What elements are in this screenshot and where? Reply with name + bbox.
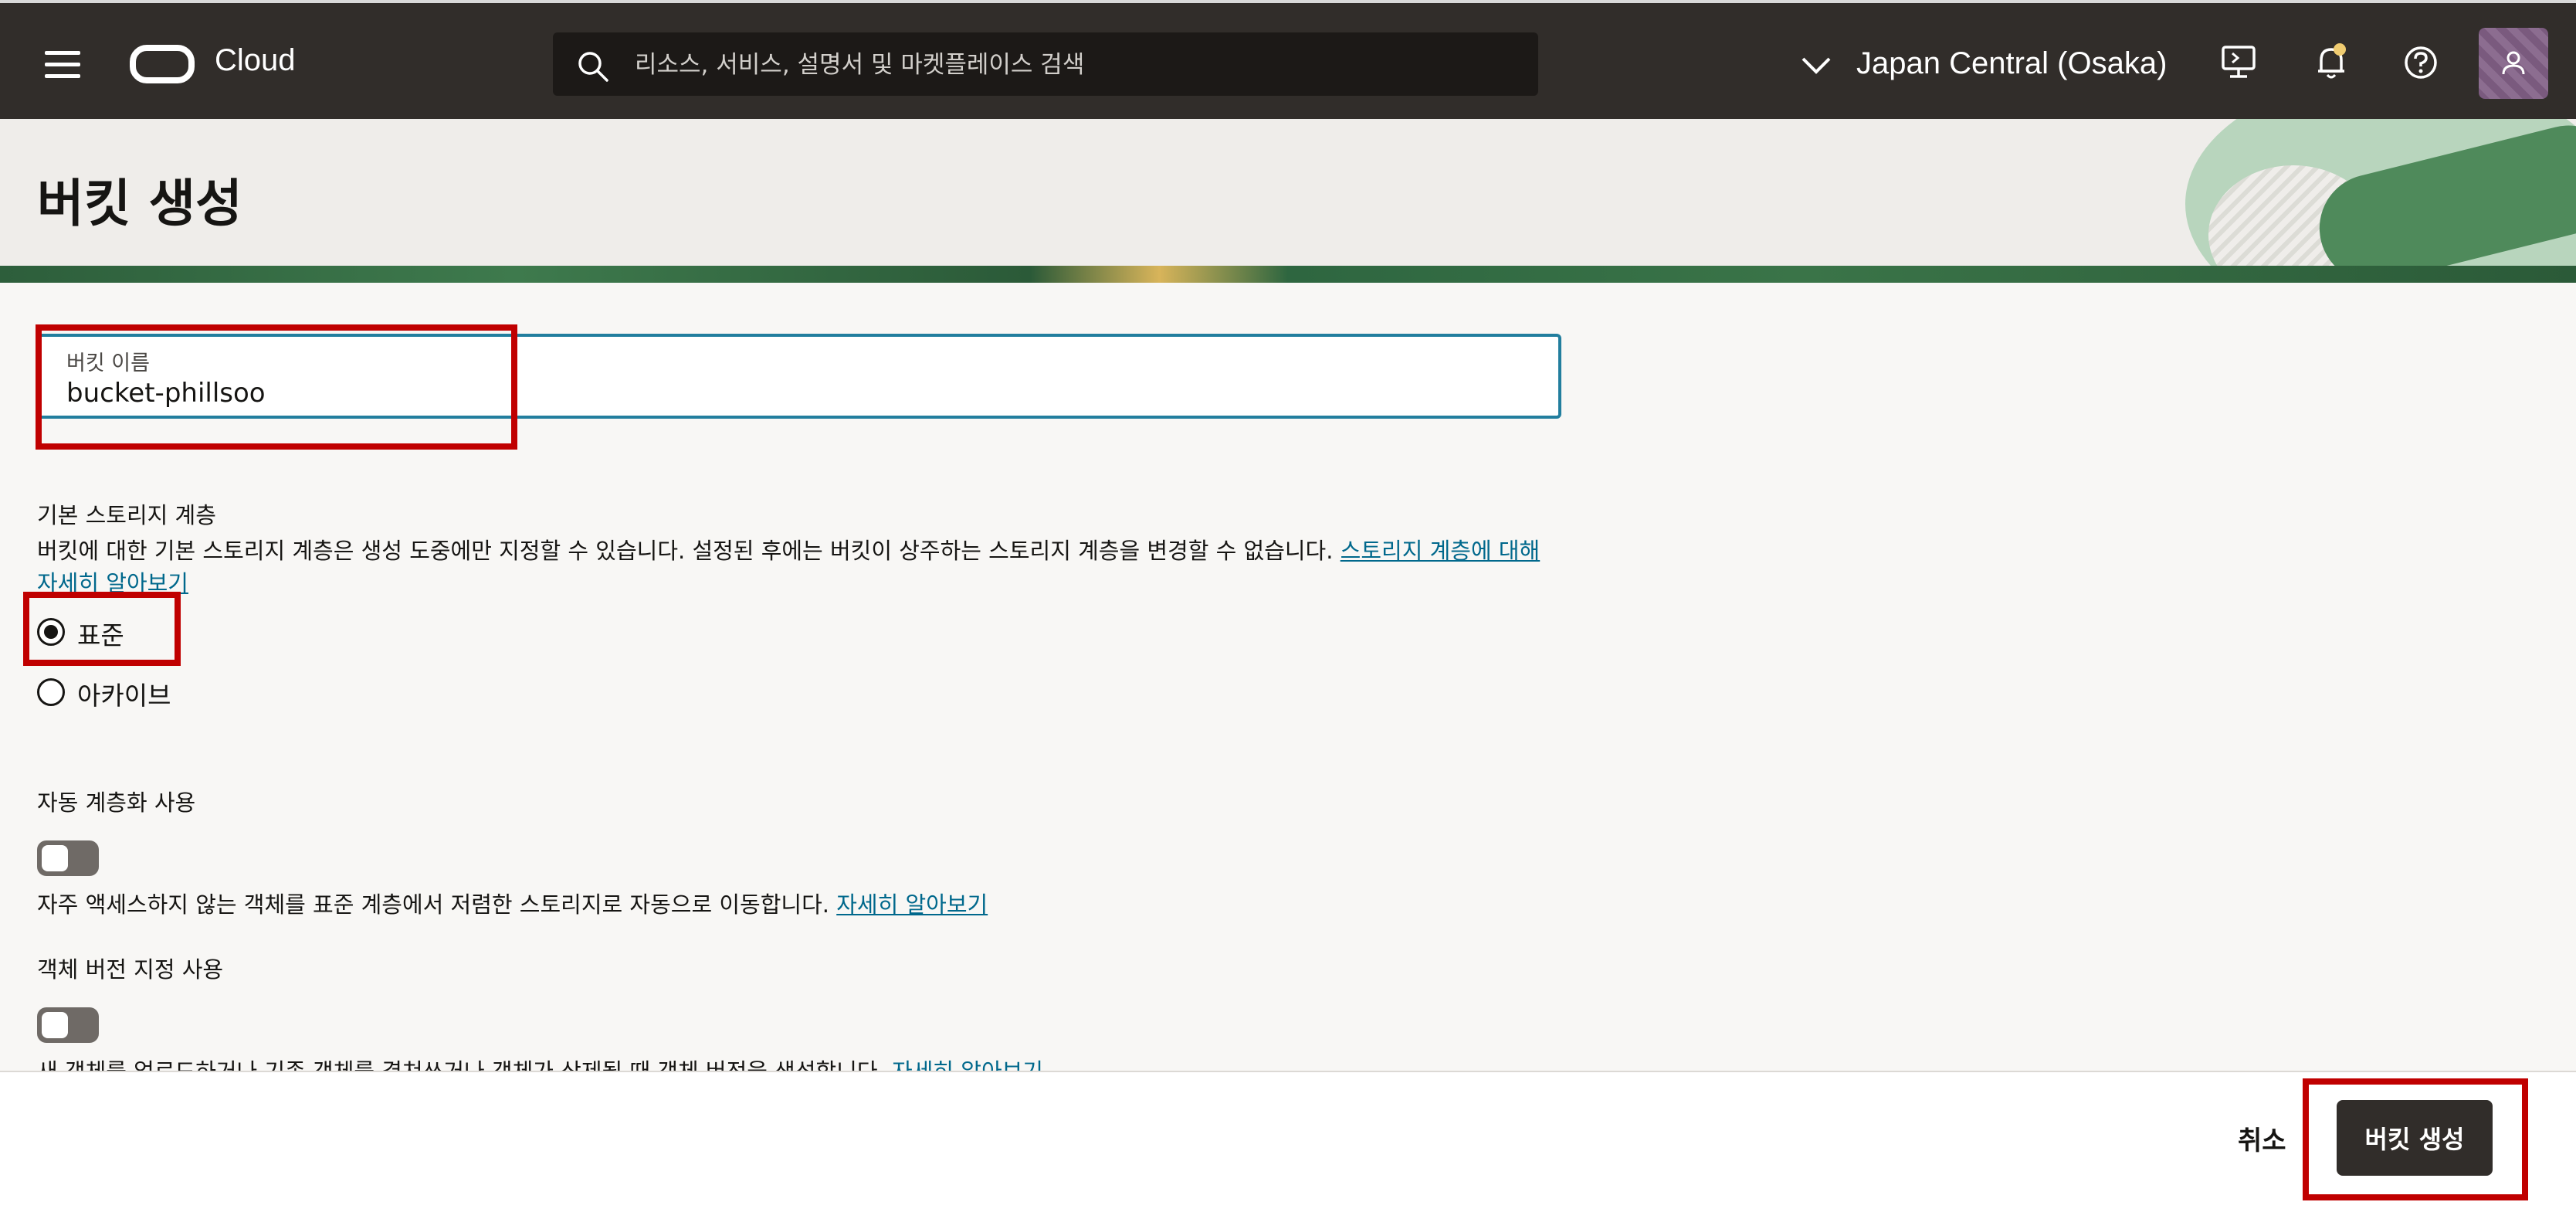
auto-tiering-label: 자동 계층화 사용	[37, 789, 196, 816]
cloud-shell-icon[interactable]	[2221, 45, 2256, 82]
auto-tiering-toggle[interactable]	[37, 840, 99, 876]
search-input[interactable]	[633, 32, 1517, 97]
storage-tier-description-text: 버킷에 대한 기본 스토리지 계층은 생성 도중에만 지정할 수 있습니다. 설…	[37, 538, 1341, 564]
user-icon	[2502, 51, 2525, 75]
form-footer: 취소 버킷 생성	[0, 1071, 2576, 1219]
page-title: 버킷 생성	[37, 174, 242, 233]
help-icon[interactable]	[2403, 45, 2439, 83]
tier-option-label: 표준	[77, 620, 124, 650]
create-bucket-button[interactable]: 버킷 생성	[2337, 1100, 2493, 1176]
radio-button[interactable]	[37, 678, 65, 706]
bucket-name-input[interactable]	[65, 374, 1520, 413]
radio-button-checked[interactable]	[37, 618, 65, 646]
user-avatar[interactable]	[2479, 28, 2548, 99]
versioning-label: 객체 버전 지정 사용	[37, 956, 224, 983]
storage-tier-description: 버킷에 대한 기본 스토리지 계층은 생성 도중에만 지정할 수 있습니다. 설…	[37, 535, 1551, 599]
region-label: Japan Central (Osaka)	[1856, 46, 2168, 80]
cancel-button[interactable]: 취소	[2233, 1119, 2291, 1158]
storage-tier-label: 기본 스토리지 계층	[37, 502, 216, 528]
page-header: 버킷 생성	[0, 119, 2576, 281]
chevron-down-icon	[1802, 57, 1831, 74]
menu-icon[interactable]	[45, 51, 80, 79]
search-box[interactable]	[553, 32, 1538, 97]
notification-badge	[2334, 43, 2346, 56]
versioning-toggle[interactable]	[37, 1007, 99, 1043]
auto-tiering-description: 자주 액세스하지 않는 객체를 표준 계층에서 저렴한 스토리지로 자동으로 이…	[37, 888, 1551, 921]
search-icon	[578, 52, 608, 82]
auto-tiering-learn-more-link[interactable]: 자세히 알아보기	[836, 891, 988, 918]
auto-tiering-description-text: 자주 액세스하지 않는 객체를 표준 계층에서 저렴한 스토리지로 자동으로 이…	[37, 891, 837, 918]
header-pattern-strip	[0, 266, 2576, 283]
top-navigation-bar: Cloud Japan Central (Osaka)	[0, 0, 2576, 119]
notifications-bell-icon[interactable]	[2315, 43, 2347, 83]
brand-name[interactable]: Cloud	[215, 43, 296, 78]
tier-option-label: 아카이브	[77, 681, 171, 711]
bucket-name-field[interactable]: 버킷 이름	[37, 334, 1561, 419]
bucket-name-label: 버킷 이름	[66, 351, 150, 375]
oracle-logo-icon[interactable]	[130, 45, 195, 83]
